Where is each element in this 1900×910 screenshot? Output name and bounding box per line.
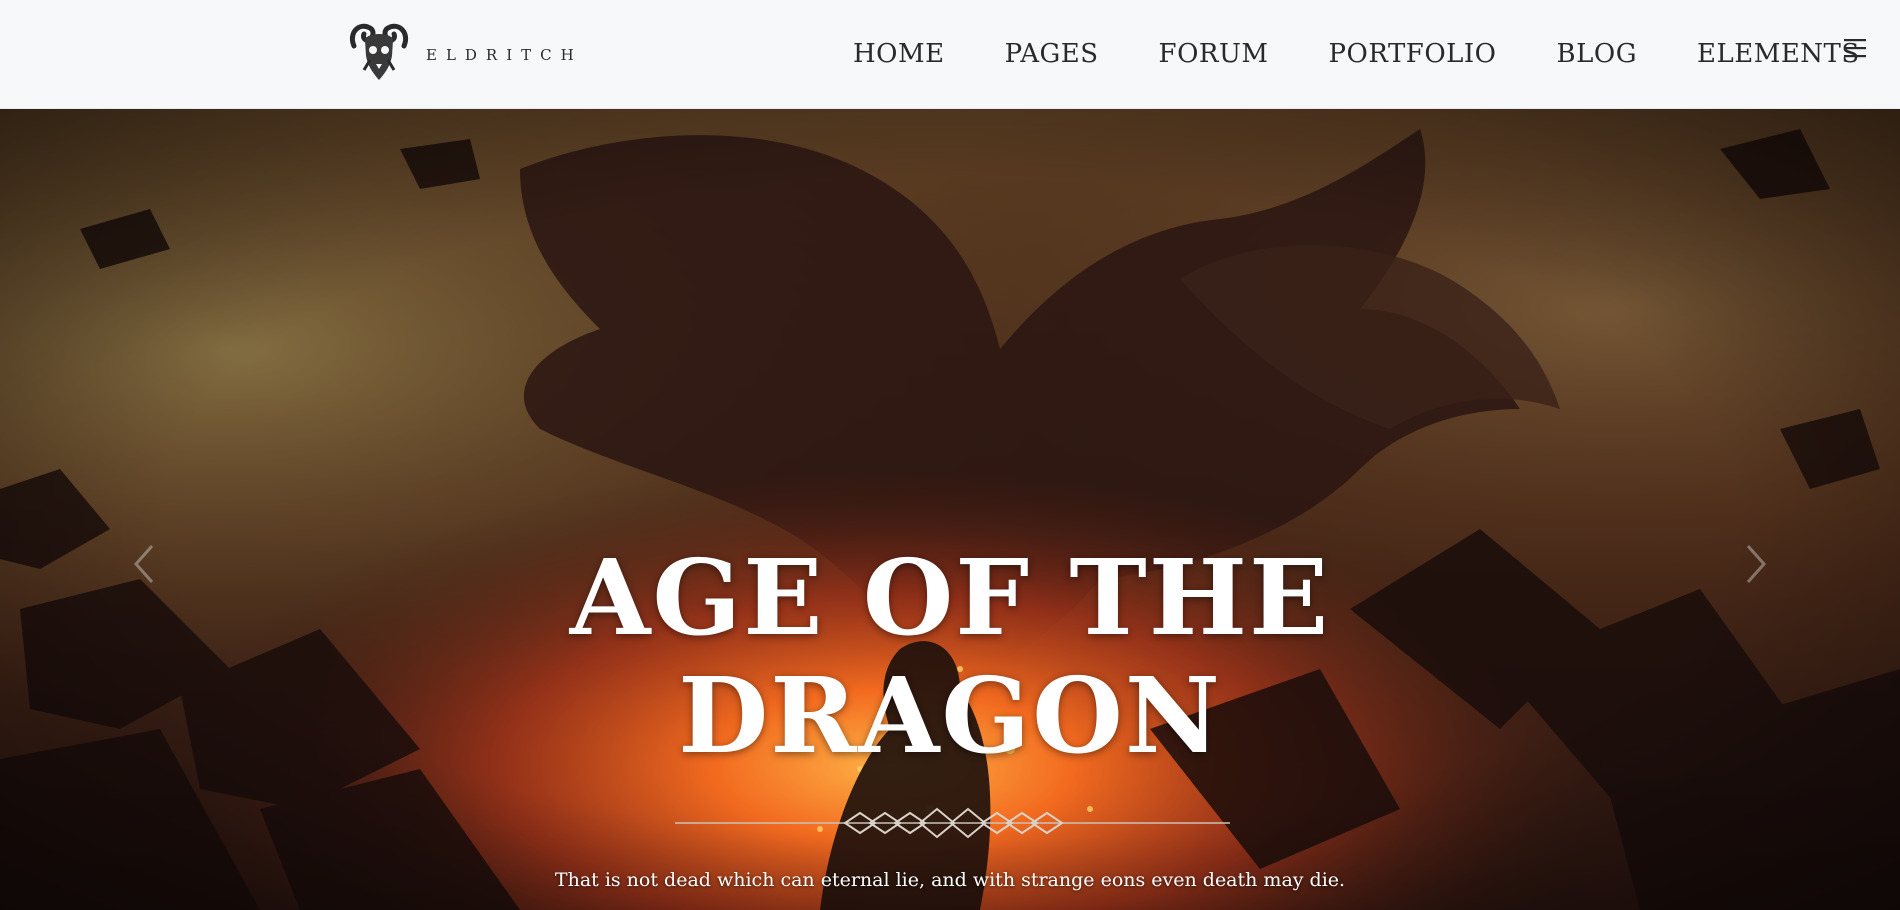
- hero-title-line-2: DRAGON: [678, 654, 1222, 777]
- hamburger-menu-icon[interactable]: [1842, 37, 1868, 59]
- celtic-knot-divider-icon: [675, 807, 1230, 839]
- hero-background-image: [0, 109, 1900, 910]
- nav-item-forum[interactable]: FORUM: [1159, 39, 1269, 69]
- nav-item-elements[interactable]: ELEMENTS: [1697, 39, 1860, 69]
- nav-item-home[interactable]: HOME: [853, 39, 945, 69]
- hero-title: AGE OF THE DRAGON: [0, 539, 1900, 775]
- nav-item-portfolio[interactable]: PORTFOLIO: [1329, 39, 1497, 69]
- site-header: ELDRITCH HOME PAGES FORUM PORTFOLIO BLOG…: [0, 0, 1900, 109]
- nav-item-pages[interactable]: PAGES: [1005, 39, 1099, 69]
- nav-item-blog[interactable]: BLOG: [1557, 39, 1637, 69]
- hero-slider: AGE OF THE DRAGON That is not dead which…: [0, 109, 1900, 910]
- hero-quote: That is not dead which can eternal lie, …: [554, 869, 1346, 891]
- site-logo[interactable]: ELDRITCH: [346, 20, 596, 84]
- ram-skull-icon: [350, 23, 408, 80]
- main-nav: HOME PAGES FORUM PORTFOLIO BLOG ELEMENTS: [853, 34, 1860, 74]
- logo-text: ELDRITCH: [426, 46, 583, 64]
- hero-title-line-1: AGE OF THE: [569, 536, 1331, 659]
